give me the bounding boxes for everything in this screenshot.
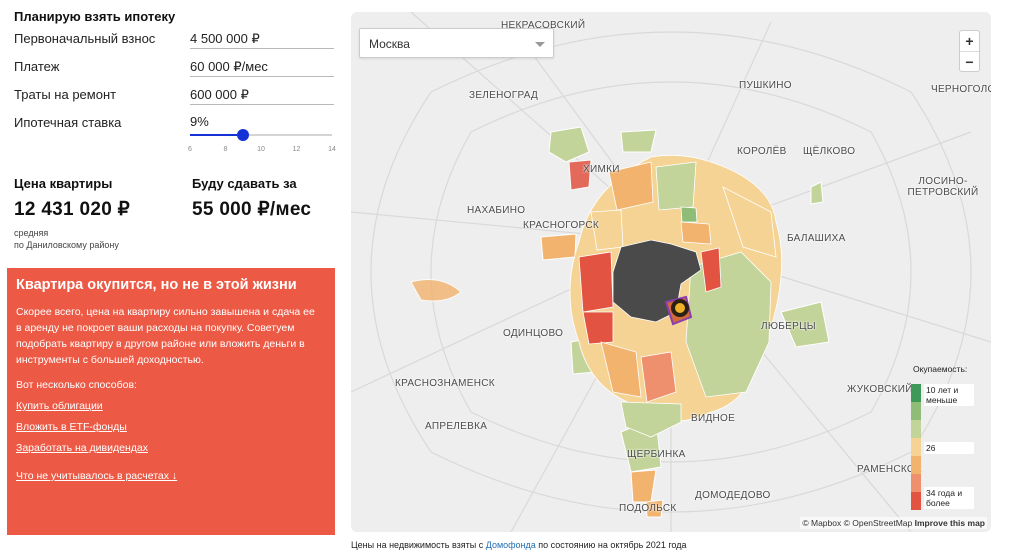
caption-text-after: по состоянию на октябрь 2021 года (535, 540, 687, 550)
price-stat: Цена квартиры 12 431 020 ₽ средняя по Да… (14, 176, 130, 251)
rate-tick: 12 (292, 146, 301, 153)
price-note-avg: средняя (14, 228, 49, 238)
form-heading: Планирую взять ипотеку (14, 9, 176, 24)
rate-ticks: 6 8 10 12 14 (188, 146, 336, 156)
legend-label-mid: 26 (924, 442, 974, 454)
caption-text-before: Цены на недвижимость взяты с (351, 540, 486, 550)
link-not-considered[interactable]: Что не учитывалось в расчетах ↓ (16, 471, 325, 482)
legend-color-swatch (911, 384, 921, 402)
down-payment-input[interactable]: 4 500 000 ₽ (190, 27, 334, 49)
legend-color-swatch (911, 420, 921, 438)
city-losino: Лосино-Петровский (907, 176, 979, 198)
city-podolsk: Подольск (619, 503, 677, 514)
city-shchelkovo: Щёлково (803, 146, 856, 157)
attribution-text[interactable]: © Mapbox © OpenStreetMap (802, 518, 912, 528)
city-khimki: Химки (583, 164, 620, 175)
rate-value: 9% (190, 114, 209, 129)
rate-label: Ипотечная ставка (14, 115, 122, 130)
price-value: 12 431 020 ₽ (14, 199, 131, 220)
rate-tick: 8 (223, 146, 228, 153)
link-etf[interactable]: Вложить в ETF-фонды (16, 422, 325, 433)
price-note-district: по Даниловскому району (14, 240, 119, 250)
payment-input[interactable]: 60 000 ₽/мес (190, 55, 334, 77)
rent-title: Буду сдавать за (192, 176, 297, 191)
city-balashikha: Балашиха (787, 233, 846, 244)
calculator-panel: Планирую взять ипотеку Первоначальный вз… (0, 0, 345, 550)
alert-text: Скорее всего, цена на квартиру сильно за… (16, 306, 315, 366)
city-shcherbinka: Щербинка (627, 449, 686, 460)
payment-label: Платеж (14, 59, 60, 74)
slider-fill (190, 134, 244, 136)
down-payment-label: Первоначальный взнос (14, 31, 156, 46)
moscow-districts[interactable] (569, 154, 782, 438)
rate-slider[interactable] (190, 128, 332, 142)
legend-label-min: 10 лет и меньше (924, 384, 974, 406)
legend-color-swatch (911, 474, 921, 492)
rate-tick: 10 (257, 146, 265, 153)
down-payment-row: Первоначальный взнос 4 500 000 ₽ (14, 27, 336, 51)
city-chernogolovka: Черноголовка (931, 84, 991, 95)
city-aprelevka: Апрелевка (425, 421, 488, 432)
city-lyubertsy: Люберцы (761, 321, 816, 332)
legend-label-max: 34 года и более (924, 487, 974, 509)
rate-tick: 14 (328, 146, 336, 153)
link-bonds[interactable]: Купить облигации (16, 401, 325, 412)
selected-district-marker[interactable] (671, 299, 689, 317)
legend-color-swatch (911, 492, 921, 510)
chevron-down-icon[interactable] (535, 42, 545, 47)
repair-label: Траты на ремонт (14, 87, 117, 102)
legend-title: Окупаемость: (913, 364, 968, 374)
legend-color-swatch (911, 456, 921, 474)
map-legend: Окупаемость: 10 лет и меньше 26 34 года … (899, 362, 987, 512)
legend-color-swatch (911, 438, 921, 456)
city-korolev: Королёв (737, 146, 787, 157)
city-krasnogorsk: Красногорск (523, 220, 600, 231)
city-select[interactable]: Москва (359, 28, 554, 58)
city-domodedovo: Домодедово (695, 490, 771, 501)
city-pushkino: Пушкино (739, 80, 792, 91)
rate-tick: 6 (188, 146, 192, 153)
payback-map[interactable]: Некрасовский Зеленоград Пушкино Черногол… (351, 12, 991, 532)
repair-input[interactable]: 600 000 ₽ (190, 83, 334, 105)
city-krasnoznamensk: Краснознаменск (395, 378, 495, 389)
city-nakhabino: Нахабино (467, 205, 526, 216)
city-zelenograd: Зеленоград (469, 90, 539, 101)
alert-title: Квартира окупится, но не в этой жизни (16, 277, 297, 293)
source-caption: Цены на недвижимость взяты с Домофонда п… (351, 540, 686, 550)
legend-color-swatch (911, 402, 921, 420)
payment-row: Платеж 60 000 ₽/мес (14, 55, 336, 79)
link-dividends[interactable]: Заработать на дивидендах (16, 443, 325, 454)
zoom-in-button[interactable]: + (960, 31, 979, 51)
rent-stat: Буду сдавать за 55 000 ₽/мес (192, 176, 311, 221)
zoom-out-button[interactable]: − (960, 51, 979, 71)
city-vidnoe: Видное (691, 413, 736, 424)
map-attribution: © Mapbox © OpenStreetMap Improve this ma… (800, 517, 987, 529)
alert-ways: Вот несколько способов: (16, 379, 137, 391)
improve-map-link[interactable]: Improve this map (915, 518, 985, 528)
repair-row: Траты на ремонт 600 000 ₽ (14, 83, 336, 107)
city-select-value: Москва (369, 37, 410, 51)
rent-value: 55 000 ₽/мес (192, 199, 312, 220)
zoom-control: + − (959, 30, 980, 72)
city-odintsovo: Одинцово (503, 328, 564, 339)
payback-alert: Квартира окупится, но не в этой жизни Ск… (7, 268, 335, 535)
slider-handle[interactable] (237, 129, 250, 141)
price-title: Цена квартиры (14, 176, 113, 191)
domofond-link[interactable]: Домофонда (486, 540, 536, 550)
